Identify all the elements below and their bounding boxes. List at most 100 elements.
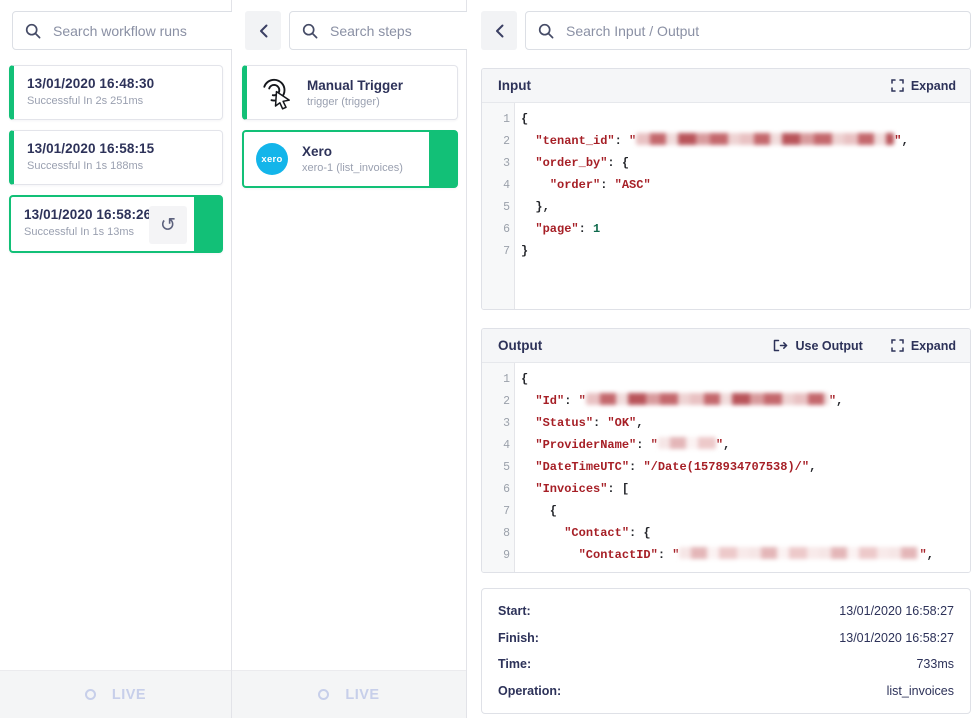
redacted-value bbox=[636, 133, 894, 145]
steps-footer: LIVE bbox=[232, 670, 466, 718]
runs-search-row bbox=[0, 0, 231, 50]
io-column: Input Expand 1{2 "tenant_id": "",3 "orde… bbox=[467, 0, 980, 718]
use-output-button[interactable]: Use Output bbox=[773, 339, 862, 353]
output-code-editor[interactable]: 1{2 "Id": "",3 "Status": "OK",4 "Provide… bbox=[482, 363, 970, 572]
code-line: 8 "Contact": { bbox=[482, 522, 970, 544]
xero-logo: xero bbox=[256, 143, 288, 175]
step-card-selected[interactable]: xero Xero xero-1 (list_invoices) bbox=[242, 130, 458, 188]
code-line: 9 "ContactID": "", bbox=[482, 544, 970, 566]
retry-icon: ↺ bbox=[160, 216, 176, 235]
input-panel-header: Input Expand bbox=[482, 69, 970, 103]
line-number: 2 bbox=[482, 391, 510, 413]
run-card-body: 13/01/2020 16:58:15 Successful In 1s 188… bbox=[14, 131, 222, 172]
line-number: 8 bbox=[482, 523, 510, 545]
step-text: Manual Trigger trigger (trigger) bbox=[307, 78, 403, 108]
meta-value: list_invoices bbox=[887, 684, 954, 698]
steps-search-row bbox=[232, 0, 466, 50]
code-line: 4 "order": "ASC" bbox=[482, 174, 970, 196]
line-number: 9 bbox=[482, 545, 510, 567]
code-line: 3 "Status": "OK", bbox=[482, 412, 970, 434]
io-search-row bbox=[481, 0, 971, 50]
expand-label: Expand bbox=[911, 79, 956, 93]
io-search-box[interactable] bbox=[525, 11, 971, 50]
search-icon bbox=[302, 23, 318, 39]
meta-label: Finish: bbox=[498, 631, 539, 645]
steps-live-toggle[interactable]: LIVE bbox=[312, 686, 385, 704]
meta-label: Start: bbox=[498, 604, 531, 618]
run-card-selected[interactable]: 13/01/2020 16:58:26 Successful In 1s 13m… bbox=[9, 195, 223, 253]
run-card-body: 13/01/2020 16:58:26 Successful In 1s 13m… bbox=[11, 197, 221, 238]
meta-value: 13/01/2020 16:58:27 bbox=[839, 604, 954, 618]
code-line: 2 "Id": "", bbox=[482, 390, 970, 412]
output-expand-button[interactable]: Expand bbox=[891, 339, 956, 353]
meta-label: Operation: bbox=[498, 684, 561, 698]
code-line: 7} bbox=[482, 240, 970, 262]
meta-row-time: Time: 733ms bbox=[498, 651, 954, 678]
chevron-left-icon bbox=[259, 24, 268, 38]
step-text: Xero xero-1 (list_invoices) bbox=[302, 144, 403, 174]
io-search-input[interactable] bbox=[564, 22, 958, 40]
run-list: 13/01/2020 16:48:30 Successful In 2s 251… bbox=[0, 50, 231, 253]
step-subtitle: xero-1 (list_invoices) bbox=[302, 162, 403, 174]
selected-step-strip bbox=[429, 132, 456, 186]
meta-label: Time: bbox=[498, 657, 531, 671]
output-panel-title: Output bbox=[498, 338, 773, 353]
chevron-left-icon bbox=[495, 24, 504, 38]
live-circle-icon bbox=[85, 689, 96, 700]
step-title: Xero bbox=[302, 144, 403, 159]
code-line: 3 "order_by": { bbox=[482, 152, 970, 174]
redacted-value bbox=[586, 393, 829, 405]
run-card[interactable]: 13/01/2020 16:58:15 Successful In 1s 188… bbox=[9, 130, 223, 185]
runs-live-toggle[interactable]: LIVE bbox=[79, 686, 152, 704]
input-panel: Input Expand 1{2 "tenant_id": "",3 "orde… bbox=[481, 68, 971, 310]
use-output-icon bbox=[773, 339, 788, 352]
expand-label: Expand bbox=[911, 339, 956, 353]
step-subtitle: trigger (trigger) bbox=[307, 96, 403, 108]
input-code-editor[interactable]: 1{2 "tenant_id": "",3 "order_by": {4 "or… bbox=[482, 103, 970, 309]
line-number: 1 bbox=[482, 109, 510, 131]
run-card-body: 13/01/2020 16:48:30 Successful In 2s 251… bbox=[14, 66, 222, 107]
line-number: 3 bbox=[482, 413, 510, 435]
line-number: 2 bbox=[482, 131, 510, 153]
live-label: LIVE bbox=[345, 687, 379, 703]
live-label: LIVE bbox=[112, 687, 146, 703]
meta-row-finish: Finish: 13/01/2020 16:58:27 bbox=[498, 625, 954, 652]
run-status: Successful In 1s 188ms bbox=[27, 160, 212, 172]
line-number: 4 bbox=[482, 435, 510, 457]
input-expand-button[interactable]: Expand bbox=[891, 79, 956, 93]
code-line: 6 "Invoices": [ bbox=[482, 478, 970, 500]
search-icon bbox=[25, 23, 41, 39]
back-button[interactable] bbox=[481, 11, 517, 50]
run-card[interactable]: 13/01/2020 16:48:30 Successful In 2s 251… bbox=[9, 65, 223, 120]
run-timestamp: 13/01/2020 16:48:30 bbox=[27, 76, 212, 91]
line-number: 4 bbox=[482, 175, 510, 197]
line-number: 7 bbox=[482, 241, 510, 263]
manual-trigger-icon bbox=[259, 76, 293, 110]
meta-value: 13/01/2020 16:58:27 bbox=[839, 631, 954, 645]
runs-search-box[interactable] bbox=[12, 11, 249, 50]
code-line: 4 "ProviderName": "", bbox=[482, 434, 970, 456]
code-line: 5 }, bbox=[482, 196, 970, 218]
line-number: 1 bbox=[482, 369, 510, 391]
code-line: 5 "DateTimeUTC": "/Date(1578934707538)/"… bbox=[482, 456, 970, 478]
line-number: 6 bbox=[482, 479, 510, 501]
use-output-label: Use Output bbox=[795, 339, 862, 353]
rerun-button[interactable]: ↺ bbox=[149, 206, 187, 244]
step-title: Manual Trigger bbox=[307, 78, 403, 93]
search-icon bbox=[538, 23, 554, 39]
line-number: 5 bbox=[482, 197, 510, 219]
line-number: 5 bbox=[482, 457, 510, 479]
runs-search-input[interactable] bbox=[51, 22, 236, 40]
xero-logo-text: xero bbox=[256, 143, 288, 175]
back-button[interactable] bbox=[245, 11, 281, 50]
run-timestamp: 13/01/2020 16:58:15 bbox=[27, 141, 212, 156]
line-number: 7 bbox=[482, 501, 510, 523]
step-list: Manual Trigger trigger (trigger) xero Xe… bbox=[232, 50, 466, 188]
runs-column: 13/01/2020 16:48:30 Successful In 2s 251… bbox=[0, 0, 232, 718]
selected-run-strip bbox=[194, 197, 221, 251]
step-card[interactable]: Manual Trigger trigger (trigger) bbox=[242, 65, 458, 120]
steps-column: Manual Trigger trigger (trigger) xero Xe… bbox=[232, 0, 467, 718]
workflow-debugger: 13/01/2020 16:48:30 Successful In 2s 251… bbox=[0, 0, 980, 718]
redacted-value bbox=[658, 437, 716, 449]
code-line: 1{ bbox=[482, 108, 970, 130]
